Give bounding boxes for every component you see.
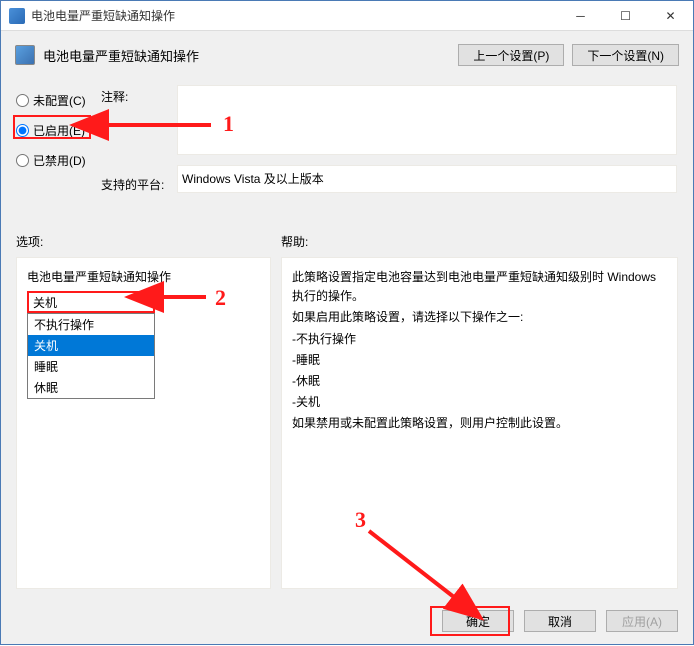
options-panel: 电池电量严重短缺通知操作 关机 不执行操作 关机 睡眠 休眠 [16,257,271,589]
titlebar: 电池电量严重短缺通知操作 ─ ☐ ✕ [1,1,693,31]
action-dropdown[interactable]: 关机 不执行操作 关机 睡眠 休眠 [27,291,155,313]
next-setting-button[interactable]: 下一个设置(N) [572,44,679,66]
platform-label: 支持的平台: [101,176,164,193]
help-text: -关机 [292,393,667,412]
radio-disabled-label: 已禁用(D) [33,152,86,169]
state-radio-group: 未配置(C) 已启用(E) 已禁用(D) [16,85,96,175]
close-button[interactable]: ✕ [648,1,693,31]
dropdown-item[interactable]: 休眠 [28,377,154,398]
dropdown-list: 不执行操作 关机 睡眠 休眠 [27,313,155,399]
policy-icon [15,45,35,65]
dropdown-item[interactable]: 不执行操作 [28,314,154,335]
help-text: 此策略设置指定电池容量达到电池电量严重短缺通知级别时 Windows 执行的操作… [292,268,667,306]
comment-textarea[interactable] [177,85,677,155]
header: 电池电量严重短缺通知操作 上一个设置(P) 下一个设置(N) [1,31,693,79]
window-title: 电池电量严重短缺通知操作 [31,7,558,24]
cancel-button[interactable]: 取消 [524,610,596,632]
policy-title: 电池电量严重短缺通知操作 [43,46,450,65]
ok-button[interactable]: 确定 [442,610,514,632]
maximize-button[interactable]: ☐ [603,1,648,31]
radio-disabled[interactable]: 已禁用(D) [16,145,96,175]
radio-disabled-input[interactable] [16,154,29,167]
dropdown-item[interactable]: 关机 [28,335,154,356]
help-text: -睡眠 [292,351,667,370]
radio-enabled-input[interactable] [16,124,29,137]
dialog-footer: 确定 取消 应用(A) [442,610,678,632]
policy-dialog-window: 电池电量严重短缺通知操作 ─ ☐ ✕ 电池电量严重短缺通知操作 上一个设置(P)… [0,0,694,645]
radio-not-configured-label: 未配置(C) [33,92,86,109]
help-text: -不执行操作 [292,330,667,349]
radio-not-configured-input[interactable] [16,94,29,107]
platform-textarea: Windows Vista 及以上版本 [177,165,677,193]
prev-setting-button[interactable]: 上一个设置(P) [458,44,564,66]
dropdown-value: 关机 [33,294,57,311]
dropdown-item[interactable]: 睡眠 [28,356,154,377]
help-panel: 此策略设置指定电池容量达到电池电量严重短缺通知级别时 Windows 执行的操作… [281,257,678,589]
comment-label: 注释: [101,88,128,105]
radio-enabled[interactable]: 已启用(E) [16,115,96,145]
options-label: 选项: [16,233,281,250]
help-text: 如果启用此策略设置，请选择以下操作之一: [292,308,667,327]
options-panel-title: 电池电量严重短缺通知操作 [27,268,260,285]
help-label: 帮助: [281,233,308,250]
apply-button[interactable]: 应用(A) [606,610,678,632]
app-icon [9,8,25,24]
minimize-button[interactable]: ─ [558,1,603,31]
radio-not-configured[interactable]: 未配置(C) [16,85,96,115]
chevron-down-icon [141,300,149,305]
radio-enabled-label: 已启用(E) [33,122,85,139]
help-text: 如果禁用或未配置此策略设置，则用户控制此设置。 [292,414,667,433]
help-text: -休眠 [292,372,667,391]
